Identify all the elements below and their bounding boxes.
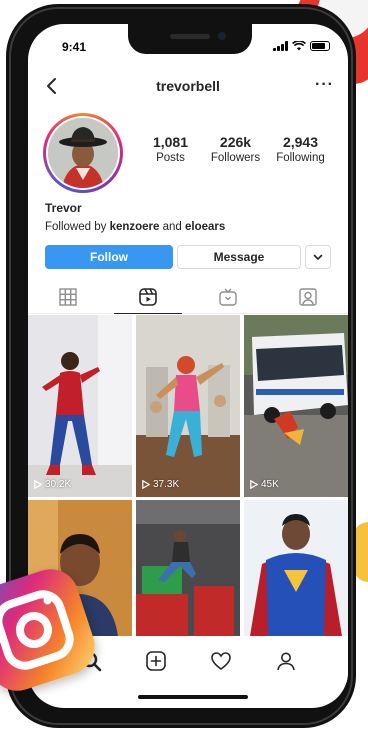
suggested-accounts-button[interactable] (305, 245, 331, 269)
stat-label: Following (276, 152, 325, 164)
more-options-icon[interactable]: ··· (315, 76, 334, 94)
tab-tagged[interactable] (268, 280, 348, 313)
reel-image-gym (136, 315, 240, 497)
reel-image-spiderman (28, 315, 132, 497)
stat-value: 1,081 (152, 134, 189, 150)
avatar-story-ring[interactable] (43, 113, 123, 193)
add-post-icon (145, 651, 166, 671)
reel-thumbnail[interactable]: 30.2K (28, 315, 132, 497)
play-icon (34, 480, 42, 489)
reel-view-count: 45K (250, 479, 279, 490)
follow-button[interactable]: Follow (45, 245, 173, 269)
reel-image-bus (244, 315, 348, 497)
followed-and: and (159, 221, 185, 233)
stat-following[interactable]: 2,943 Following (268, 134, 333, 164)
reel-image-superman (244, 500, 348, 636)
stat-value: 226k (219, 134, 252, 150)
tab-reels[interactable] (108, 280, 188, 314)
signal-icon (273, 41, 288, 51)
reel-thumbnail[interactable] (244, 500, 348, 636)
wifi-icon (292, 41, 306, 51)
stat-label: Posts (156, 152, 185, 164)
message-button[interactable]: Message (177, 245, 301, 269)
display-name: Trevor (45, 201, 82, 215)
status-time: 9:41 (62, 40, 87, 54)
reel-view-count: 30.2K (34, 479, 71, 490)
stat-posts[interactable]: 1,081 Posts (138, 134, 203, 164)
view-count-text: 30.2K (45, 479, 72, 490)
status-icons (273, 41, 330, 51)
stat-followers[interactable]: 226k Followers (203, 134, 268, 164)
followed-prefix: Followed by (45, 221, 110, 233)
front-camera (218, 32, 226, 40)
tagged-icon (299, 287, 317, 306)
reels-icon (139, 287, 157, 306)
tab-posts-grid[interactable] (28, 280, 108, 313)
grid-icon (59, 287, 77, 306)
activity-heart-icon (210, 652, 231, 670)
followed-user: kenzoere (109, 221, 160, 233)
view-count-text: 45K (261, 479, 279, 490)
play-icon (142, 480, 150, 489)
profile-icon (276, 652, 295, 671)
home-indicator (138, 695, 248, 699)
profile-stats: 1,081 Posts 226k Followers 2,943 Followi… (138, 134, 333, 164)
battery-icon (310, 41, 330, 51)
avatar-photo (48, 118, 118, 188)
profile-tabs (28, 280, 348, 314)
reel-thumbnail[interactable]: 37.3K (136, 315, 240, 497)
play-icon (250, 480, 258, 489)
notch (128, 24, 252, 54)
speaker (170, 34, 210, 39)
stat-value: 2,943 (282, 134, 319, 150)
avatar (46, 116, 120, 190)
chevron-down-icon (313, 254, 323, 260)
nav-profile[interactable] (274, 649, 298, 673)
stat-label: Followers (210, 152, 261, 164)
igtv-icon (219, 288, 237, 306)
followed-user: eloears (185, 221, 226, 233)
nav-add-post[interactable] (144, 649, 168, 673)
reel-view-count: 37.3K (142, 479, 179, 490)
nav-activity[interactable] (209, 649, 233, 673)
profile-username: trevorbell (156, 78, 220, 94)
followed-by-text[interactable]: Followed by kenzoere and eloears (45, 221, 225, 233)
reel-image-boxes (136, 500, 240, 636)
tab-igtv[interactable] (188, 280, 268, 313)
view-count-text: 37.3K (153, 479, 180, 490)
reel-thumbnail[interactable] (136, 500, 240, 636)
reel-thumbnail[interactable]: 45K (244, 315, 348, 497)
